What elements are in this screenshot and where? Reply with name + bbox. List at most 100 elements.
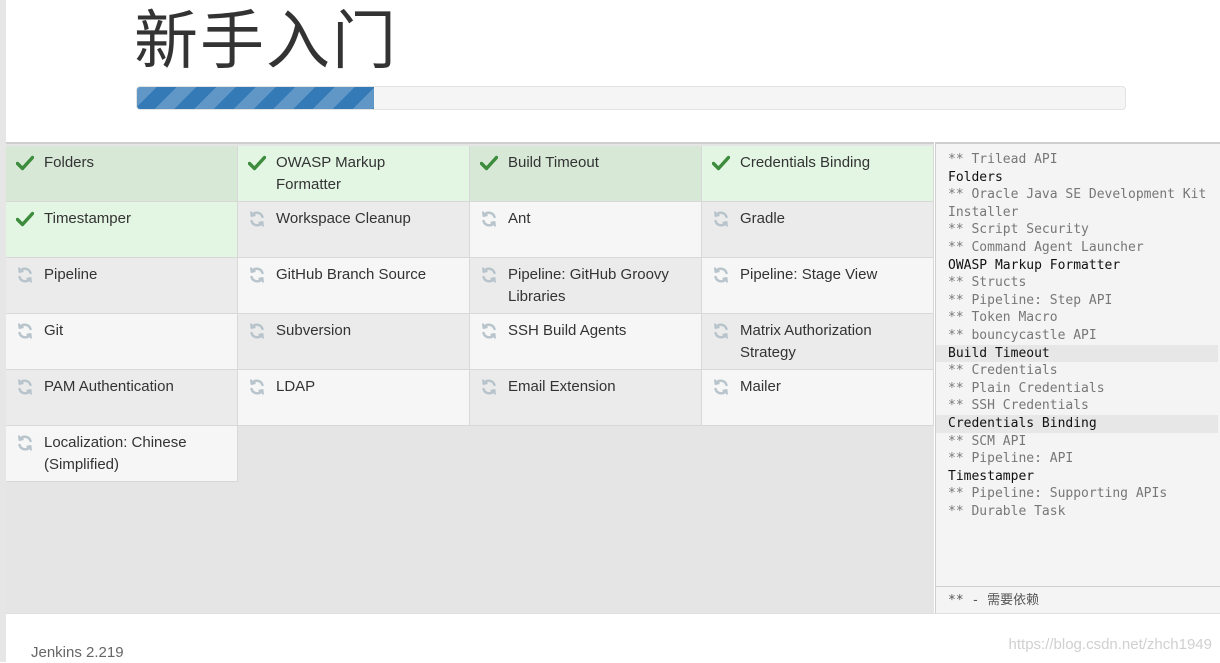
header: 新手入门	[6, 0, 1220, 142]
plugin-label: Git	[44, 322, 64, 339]
refresh-icon	[246, 208, 268, 230]
plugin-label: Credentials Binding	[740, 154, 871, 171]
log-dependency-line: ** Pipeline: Step API	[948, 292, 1113, 308]
install-log-panel[interactable]: ** Trilead API Folders ** Oracle Java SE D…	[935, 142, 1220, 614]
check-icon	[14, 152, 36, 174]
refresh-icon	[710, 320, 732, 342]
refresh-icon	[14, 264, 36, 286]
refresh-icon	[478, 264, 500, 286]
plugin-tile: Folders	[6, 146, 238, 202]
refresh-icon	[478, 208, 500, 230]
log-dependency-line: ** Plain Credentials	[948, 380, 1105, 396]
log-dependency-line: ** bouncycastle API	[948, 327, 1097, 343]
plugin-tile: Ant	[470, 202, 702, 258]
log-plugin-line: Credentials Binding	[936, 414, 1218, 433]
watermark: https://blog.csdn.net/zhch1949	[1008, 636, 1212, 653]
log-dependency-line: ** Credentials	[948, 363, 1058, 379]
plugin-tile: Gradle	[702, 202, 934, 258]
plugin-label: Mailer	[740, 378, 781, 395]
plugin-label: GitHub Branch Source	[276, 266, 427, 283]
plugin-label: PAM Authentication	[44, 378, 174, 395]
plugin-label: Pipeline: Stage View	[740, 266, 878, 283]
log-plugin-line: Build Timeout	[936, 344, 1218, 363]
plugin-row: Timestamper Workspace Cleanup Ant Gradle	[6, 202, 934, 258]
refresh-icon	[14, 376, 36, 398]
log-dependency-line: ** Token Macro	[948, 310, 1058, 326]
refresh-icon	[246, 264, 268, 286]
log-plugin-line: Folders	[948, 169, 1003, 185]
plugin-tile: LDAP	[238, 370, 470, 426]
log-dependency-line: ** SSH Credentials	[948, 398, 1089, 414]
version-label: Jenkins 2.219	[31, 644, 124, 661]
log-dependency-line: ** Trilead API	[948, 152, 1058, 167]
plugin-label: Localization: Chinese (Simplified)	[44, 434, 187, 473]
log-dependency-line: ** Structs	[948, 275, 1027, 291]
plugin-label: Matrix Authorization Strategy	[740, 322, 872, 361]
plugin-label: Gradle	[740, 210, 786, 227]
check-icon	[246, 152, 268, 174]
footer: Jenkins 2.219 https://blog.csdn.net/zhch…	[6, 613, 1220, 663]
plugin-tile: Mailer	[702, 370, 934, 426]
plugin-label: Build Timeout	[508, 154, 599, 171]
plugin-label: Pipeline	[44, 266, 98, 283]
plugin-tile: Subversion	[238, 314, 470, 370]
plugin-tile: Matrix Authorization Strategy	[702, 314, 934, 370]
log-dependency-line: ** Script Security	[948, 222, 1089, 238]
plugin-tile: SSH Build Agents	[470, 314, 702, 370]
refresh-icon	[478, 320, 500, 342]
plugin-label: LDAP	[276, 378, 316, 395]
plugin-tile: OWASP Markup Formatter	[238, 146, 470, 202]
plugin-label: Pipeline: GitHub Groovy Libraries	[508, 266, 669, 305]
plugin-grid: Folders OWASP Markup Formatter Build Timeo…	[6, 146, 934, 482]
refresh-icon	[14, 432, 36, 454]
log-dependency-line: ** Command Agent Launcher	[948, 239, 1144, 255]
plugin-row: Localization: Chinese (Simplified)	[6, 426, 934, 482]
log-dependency-line: ** Oracle Java SE Development Kit Instal…	[948, 187, 1207, 220]
plugin-row: PAM Authentication LDAP Email Extension Mai…	[6, 370, 934, 426]
plugin-tile: Git	[6, 314, 238, 370]
refresh-icon	[246, 376, 268, 398]
plugin-tile: Email Extension	[470, 370, 702, 426]
progress-fill	[137, 87, 375, 109]
install-log: ** Trilead API Folders ** Oracle Java SE D…	[936, 151, 1218, 520]
refresh-icon	[478, 376, 500, 398]
refresh-icon	[710, 376, 732, 398]
log-dependency-line: ** Durable Task	[948, 503, 1066, 519]
log-plugin-line: Timestamper	[948, 468, 1035, 484]
plugin-tile: Localization: Chinese (Simplified)	[6, 426, 238, 482]
plugin-tile: Pipeline	[6, 258, 238, 314]
plugin-label: SSH Build Agents	[508, 322, 627, 339]
check-icon	[710, 152, 732, 174]
log-dependency-line: ** SCM API	[948, 433, 1027, 449]
plugin-label: Folders	[44, 154, 95, 171]
progress-bar	[136, 86, 1126, 110]
plugin-label: Workspace Cleanup	[276, 210, 411, 227]
plugin-tile: Workspace Cleanup	[238, 202, 470, 258]
plugin-tile: Timestamper	[6, 202, 238, 258]
plugin-label: Ant	[508, 210, 531, 227]
plugin-row: Git Subversion SSH Build Agents Matrix Auth…	[6, 314, 934, 370]
plugin-row: Folders OWASP Markup Formatter Build Timeo…	[6, 146, 934, 202]
log-plugin-line: OWASP Markup Formatter	[948, 257, 1121, 273]
refresh-icon	[14, 320, 36, 342]
refresh-icon	[710, 264, 732, 286]
plugin-tile: GitHub Branch Source	[238, 258, 470, 314]
plugin-tile: PAM Authentication	[6, 370, 238, 426]
plugin-tile: Credentials Binding	[702, 146, 934, 202]
plugin-grid-panel: Folders OWASP Markup Formatter Build Timeo…	[6, 142, 934, 613]
plugin-tile: Build Timeout	[470, 146, 702, 202]
check-icon	[14, 208, 36, 230]
plugin-label: OWASP Markup Formatter	[276, 154, 386, 193]
plugin-label: Subversion	[276, 322, 352, 339]
log-dependency-line: ** Pipeline: API	[948, 451, 1074, 467]
plugin-tile: Pipeline: GitHub Groovy Libraries	[470, 258, 702, 314]
plugin-label: Timestamper	[44, 210, 131, 227]
plugin-label: Email Extension	[508, 378, 616, 395]
refresh-icon	[246, 320, 268, 342]
plugin-tile: Pipeline: Stage View	[702, 258, 934, 314]
log-dependency-line: ** Pipeline: Supporting APIs	[948, 486, 1168, 502]
page-title: 新手入门	[134, 5, 398, 79]
check-icon	[478, 152, 500, 174]
log-legend: ** - 需要依赖	[936, 586, 1220, 614]
refresh-icon	[710, 208, 732, 230]
